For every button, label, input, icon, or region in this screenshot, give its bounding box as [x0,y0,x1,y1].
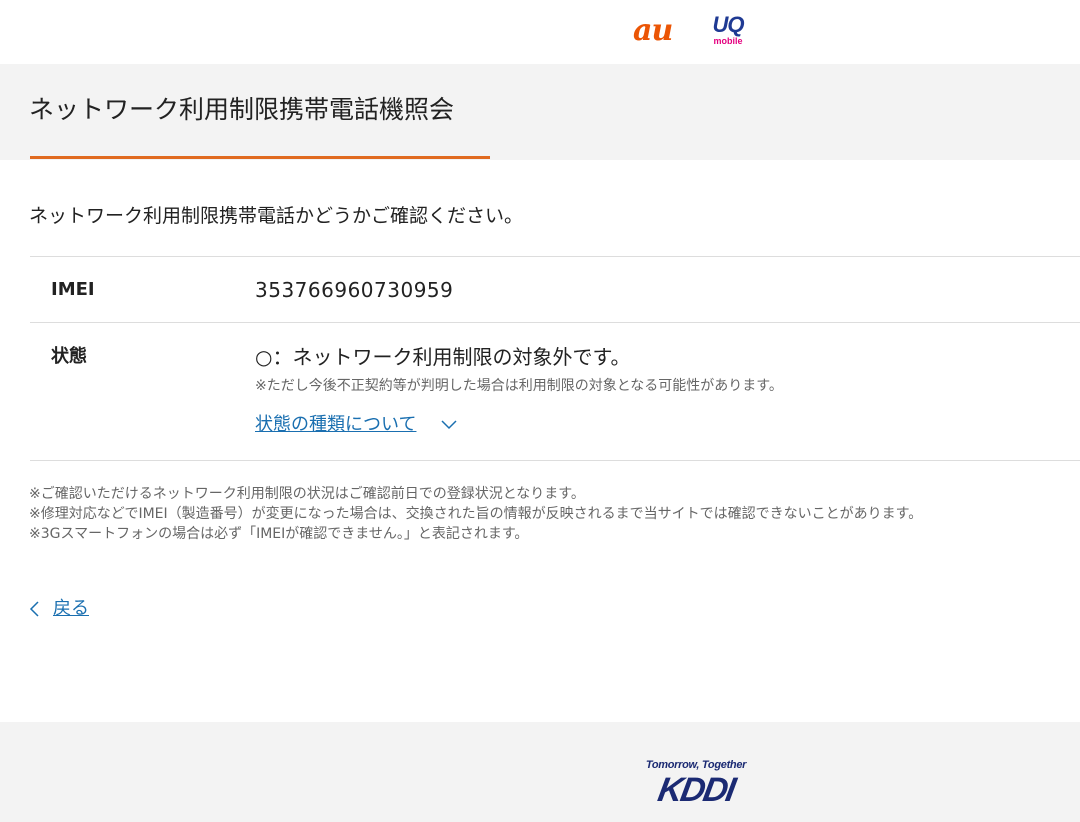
back-link[interactable]: 戻る [29,596,89,622]
note-item: ※ご確認いただけるネットワーク利用制限の状況はご確認前日での登録状況となります。 [29,486,585,502]
status-note: ※ただし今後不正契約等が判明した場合は利用制限の対象となる可能性があります。 [255,378,783,394]
footer: Tomorrow, Together KDDI [0,722,1080,822]
back-link-label: 戻る [53,598,89,619]
kddi-logo-text: KDDI [655,771,737,809]
result-table: IMEI 353766960730959 状態 ○：ネットワーク利用制限の対象外… [30,256,1080,461]
top-header: au UQ mobile [0,0,1080,64]
note-item: ※3Gスマートフォンの場合は必ず「IMEIが確認できません。」と表記されます。 [29,526,529,542]
lead-text: ネットワーク利用制限携帯電話かどうかご確認ください。 [29,205,524,227]
note-item: ※修理対応などでIMEI（製造番号）が変更になった場合は、交換された旨の情報が反… [29,506,923,522]
status-types-link[interactable]: 状態の種類について [255,413,416,437]
au-logo[interactable]: au [633,14,673,48]
status-value: ○：ネットワーク利用制限の対象外です。 [255,345,631,369]
notes-list: ※ご確認いただけるネットワーク利用制限の状況はご確認前日での登録状況となります。… [29,484,1074,544]
chevron-down-icon[interactable] [441,420,457,430]
status-row: 状態 ○：ネットワーク利用制限の対象外です。 ※ただし今後不正契約等が判明した場… [30,322,1080,461]
title-band: ネットワーク利用制限携帯電話機照会 [0,64,1080,160]
kddi-tagline: Tomorrow, Together [645,759,747,771]
imei-value: 353766960730959 [255,278,454,302]
title-accent-bar [30,156,490,159]
imei-label: IMEI [51,279,95,300]
chevron-left-icon [29,601,39,617]
kddi-logo[interactable]: Tomorrow, Together KDDI [636,758,756,818]
uq-mobile-logo[interactable]: UQ mobile [704,14,752,50]
status-label: 状態 [51,346,87,367]
uq-logo-text: UQ [712,12,745,37]
page-title: ネットワーク利用制限携帯電話機照会 [29,95,455,124]
imei-row: IMEI 353766960730959 [30,256,1080,322]
uq-logo-subtext: mobile [713,36,743,46]
